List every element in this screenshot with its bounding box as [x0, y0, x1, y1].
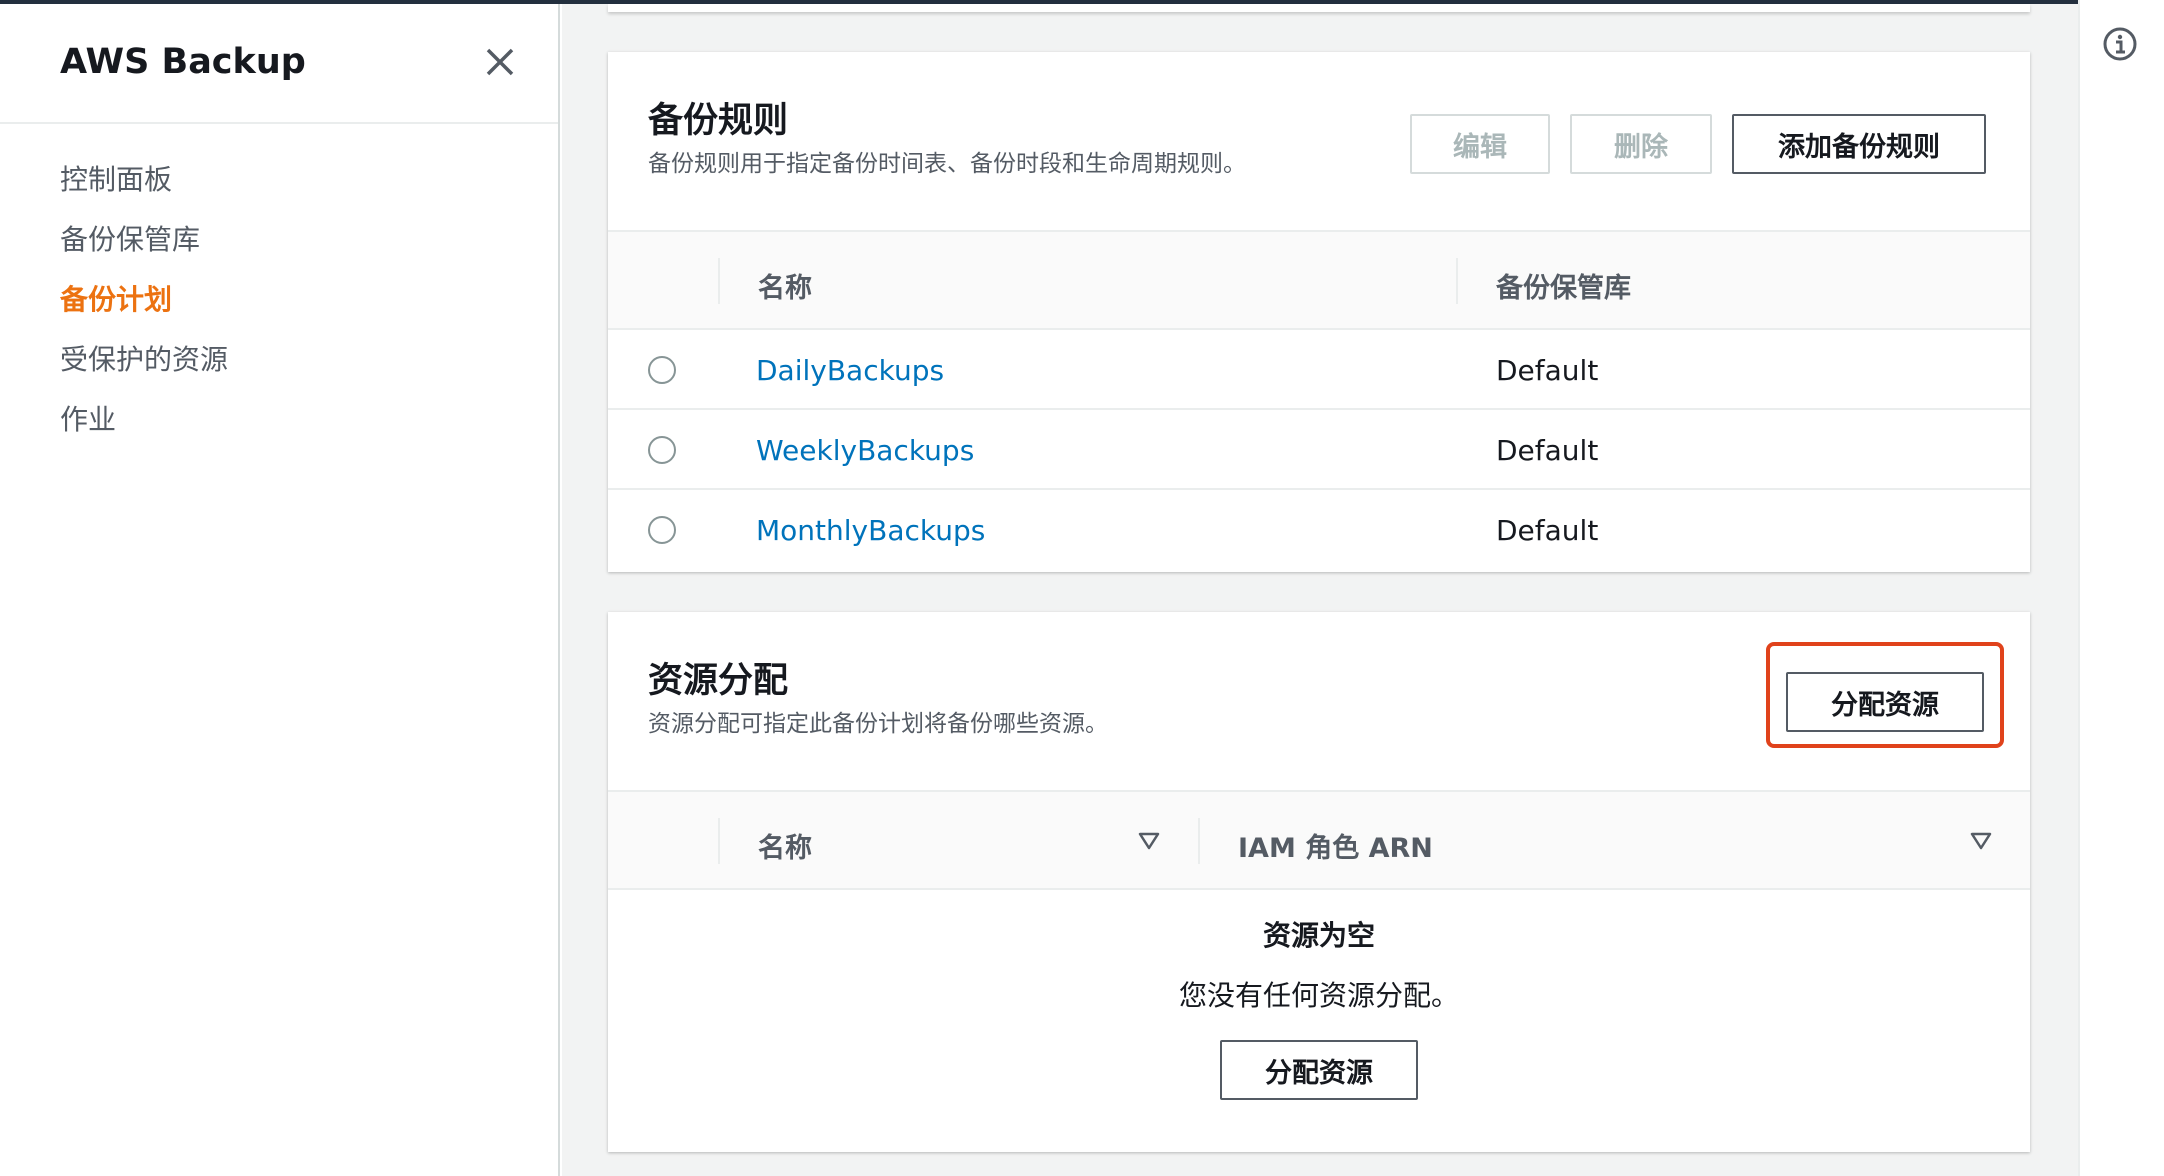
main-content: 备份规则 备份规则用于指定备份时间表、备份时段和生命周期规则。 编辑 删除 添加…: [562, 4, 2078, 1176]
backup-rules-title: 备份规则: [648, 101, 789, 141]
row-radio-button[interactable]: [648, 356, 676, 384]
previous-panel-edge: [608, 4, 2030, 12]
empty-state: 资源为空 您没有任何资源分配。 分配资源: [608, 890, 2030, 1150]
column-separator: [718, 818, 720, 864]
rule-name-link[interactable]: DailyBackups: [756, 354, 944, 387]
empty-state-title: 资源为空: [1262, 919, 1375, 952]
backup-rules-table-body: DailyBackups Default WeeklyBackups Defau…: [608, 330, 2030, 570]
row-radio-button[interactable]: [648, 436, 676, 464]
rule-vault: Default: [1496, 434, 1599, 467]
sidebar-item-backup-plans[interactable]: 备份计划: [0, 270, 558, 330]
sidebar-item-jobs[interactable]: 作业: [0, 390, 558, 450]
sort-down-icon[interactable]: [1970, 832, 1992, 850]
empty-assign-resources-button[interactable]: 分配资源: [1220, 1040, 1418, 1100]
edit-rule-button[interactable]: 编辑: [1410, 114, 1550, 174]
highlight-annotation: [1766, 642, 2004, 748]
column-header-name[interactable]: 名称: [758, 266, 812, 305]
delete-rule-button[interactable]: 删除: [1570, 114, 1712, 174]
column-separator: [1456, 258, 1458, 304]
rule-name-link[interactable]: MonthlyBackups: [756, 514, 985, 547]
sidebar-item-dashboard[interactable]: 控制面板: [0, 150, 558, 210]
backup-rules-panel: 备份规则 备份规则用于指定备份时间表、备份时段和生命周期规则。 编辑 删除 添加…: [608, 52, 2030, 572]
backup-rules-description: 备份规则用于指定备份时间表、备份时段和生命周期规则。: [648, 151, 1246, 177]
backup-rules-header: 备份规则 备份规则用于指定备份时间表、备份时段和生命周期规则。 编辑 删除 添加…: [608, 52, 2030, 232]
sidebar-nav: 控制面板 备份保管库 备份计划 受保护的资源 作业: [0, 124, 558, 450]
table-row: MonthlyBackups Default: [608, 490, 2030, 570]
sort-down-icon[interactable]: [1138, 832, 1160, 850]
info-icon[interactable]: [2102, 26, 2138, 62]
rule-vault: Default: [1496, 354, 1599, 387]
column-header-vault[interactable]: 备份保管库: [1496, 266, 1631, 305]
column-separator: [1198, 818, 1200, 864]
resource-assignments-table-header: 名称 IAM 角色 ARN: [608, 792, 2030, 890]
column-header-name[interactable]: 名称: [758, 826, 812, 865]
sidebar-title: AWS Backup: [60, 42, 306, 82]
sidebar-item-protected-resources[interactable]: 受保护的资源: [0, 330, 558, 390]
table-row: WeeklyBackups Default: [608, 410, 2030, 490]
sidebar-item-backup-vaults[interactable]: 备份保管库: [0, 210, 558, 270]
rule-name-link[interactable]: WeeklyBackups: [756, 434, 974, 467]
add-backup-rule-button[interactable]: 添加备份规则: [1732, 114, 1986, 174]
help-panel-strip: [2078, 0, 2164, 1176]
rule-vault: Default: [1496, 514, 1599, 547]
table-row: DailyBackups Default: [608, 330, 2030, 410]
sidebar-header: AWS Backup: [0, 4, 558, 124]
column-header-iam-role-arn[interactable]: IAM 角色 ARN: [1238, 826, 1433, 865]
backup-rules-table-header: 名称 备份保管库: [608, 232, 2030, 330]
empty-state-description: 您没有任何资源分配。: [1178, 979, 1459, 1012]
close-icon[interactable]: [482, 44, 518, 80]
row-radio-button[interactable]: [648, 516, 676, 544]
column-separator: [718, 258, 720, 304]
resource-assignments-description: 资源分配可指定此备份计划将备份哪些资源。: [648, 711, 1108, 737]
sidebar: AWS Backup 控制面板 备份保管库 备份计划 受保护的资源 作业: [0, 4, 560, 1176]
resource-assignments-title: 资源分配: [648, 661, 789, 701]
